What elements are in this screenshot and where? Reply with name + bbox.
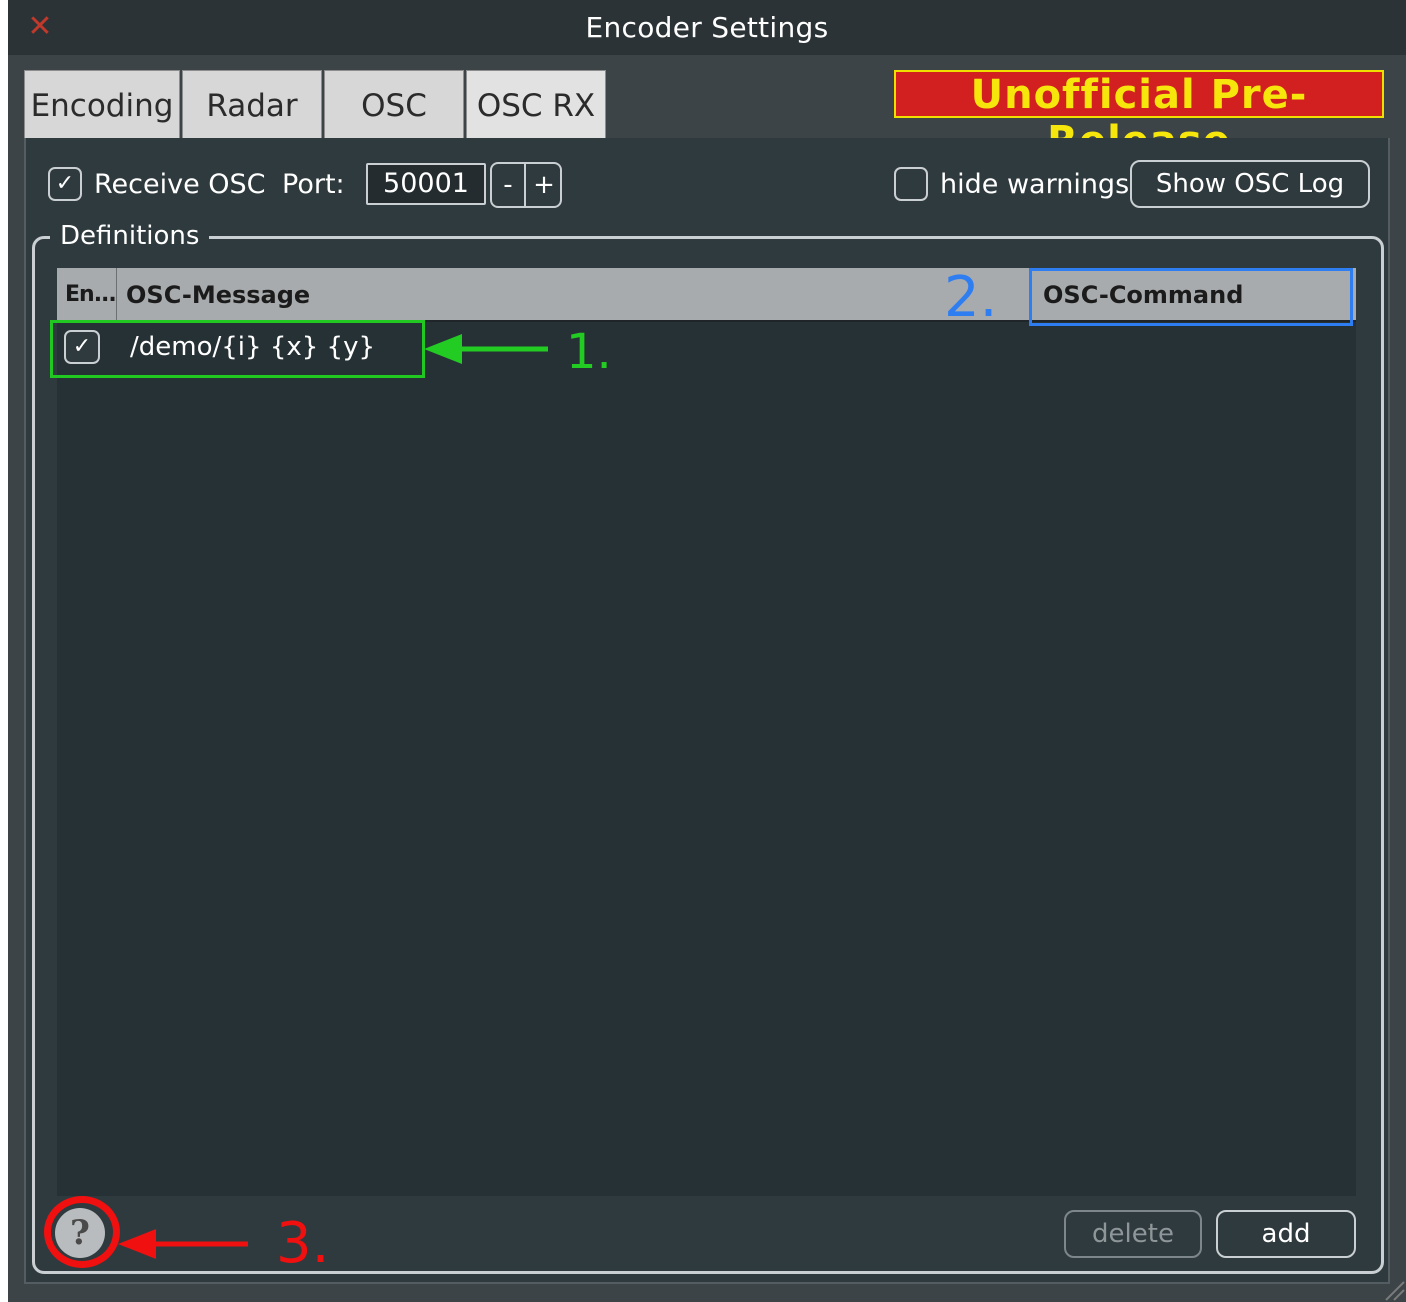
arrow-left-icon: [118, 1229, 248, 1259]
annotation-label-1: 1.: [566, 324, 612, 380]
arrow-left-icon: [424, 334, 548, 364]
annotation-label-2: 2.: [944, 265, 998, 330]
resize-grip-icon[interactable]: [1385, 1281, 1405, 1301]
annotation-arrows: [118, 334, 1405, 1301]
annotation-label-3: 3.: [276, 1211, 330, 1276]
